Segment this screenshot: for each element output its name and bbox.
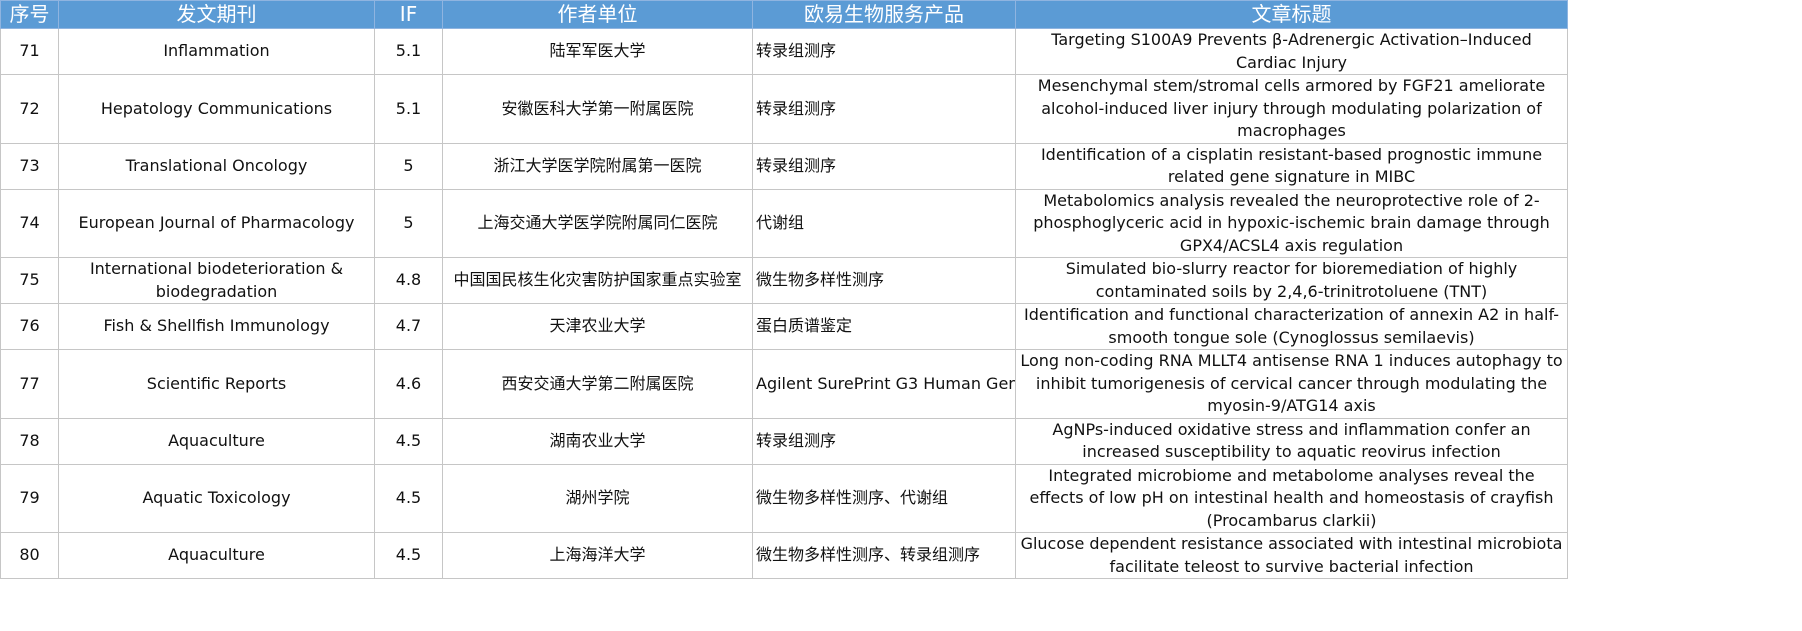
cell-impact-factor: 4.5 (374, 417, 443, 465)
table-row: 77 Scientific Reports 4.6 西安交通大学第二附属医院 A… (0, 349, 1568, 419)
table-row: 79 Aquatic Toxicology 4.5 湖州学院 微生物多样性测序、… (0, 463, 1568, 533)
cell-title: Identification and functional characteri… (1015, 303, 1568, 350)
table-row: 73 Translational Oncology 5 浙江大学医学院附属第一医… (0, 142, 1568, 190)
cell-title: Identification of a cisplatin resistant-… (1015, 142, 1568, 190)
header-service: 欧易生物服务产品 (752, 0, 1016, 29)
cell-affiliation: 安徽医科大学第一附属医院 (442, 74, 753, 144)
table-row: 72 Hepatology Communications 5.1 安徽医科大学第… (0, 74, 1568, 144)
cell-index: 71 (0, 28, 59, 75)
cell-journal: Fish & Shellfish Immunology (58, 303, 375, 350)
cell-impact-factor: 4.8 (374, 257, 443, 304)
cell-title: Glucose dependent resistance associated … (1015, 532, 1568, 579)
cell-index: 75 (0, 257, 59, 304)
cell-title: Simulated bio-slurry reactor for bioreme… (1015, 257, 1568, 304)
cell-affiliation: 湖州学院 (442, 463, 753, 533)
cell-index: 79 (0, 463, 59, 533)
cell-impact-factor: 4.5 (374, 532, 443, 579)
cell-service: Agilent SurePrint G3 Human Gene (752, 349, 1016, 419)
cell-impact-factor: 5.1 (374, 74, 443, 144)
cell-journal: Aquaculture (58, 532, 375, 579)
table-row: 75 International biodeterioration & biod… (0, 257, 1568, 304)
cell-journal: Aquatic Toxicology (58, 463, 375, 533)
cell-affiliation: 中国国民核生化灾害防护国家重点实验室 (442, 257, 753, 304)
cell-impact-factor: 4.5 (374, 463, 443, 533)
cell-title: Metabolomics analysis revealed the neuro… (1015, 188, 1568, 258)
cell-service: 蛋白质谱鉴定 (752, 303, 1016, 350)
cell-service: 转录组测序 (752, 28, 1016, 75)
cell-service: 微生物多样性测序、代谢组 (752, 463, 1016, 533)
cell-affiliation: 西安交通大学第二附属医院 (442, 349, 753, 419)
header-impact-factor: IF (374, 0, 443, 29)
table-row: 71 Inflammation 5.1 陆军军医大学 转录组测序 Targeti… (0, 28, 1568, 75)
cell-affiliation: 湖南农业大学 (442, 417, 753, 465)
cell-affiliation: 上海交通大学医学院附属同仁医院 (442, 188, 753, 258)
cell-title: Mesenchymal stem/stromal cells armored b… (1015, 74, 1568, 144)
header-journal: 发文期刊 (58, 0, 375, 29)
cell-impact-factor: 4.6 (374, 349, 443, 419)
cell-index: 77 (0, 349, 59, 419)
cell-affiliation: 上海海洋大学 (442, 532, 753, 579)
cell-index: 73 (0, 142, 59, 190)
cell-journal: European Journal of Pharmacology (58, 188, 375, 258)
publication-table: 序号 发文期刊 IF 作者单位 欧易生物服务产品 文章标题 71 Inflamm… (0, 0, 1568, 579)
cell-impact-factor: 5 (374, 142, 443, 190)
header-affiliation: 作者单位 (442, 0, 753, 29)
cell-service: 转录组测序 (752, 417, 1016, 465)
cell-journal: Translational Oncology (58, 142, 375, 190)
cell-title: Long non-coding RNA MLLT4 antisense RNA … (1015, 349, 1568, 419)
cell-title: Targeting S100A9 Prevents β-Adrenergic A… (1015, 28, 1568, 75)
cell-affiliation: 天津农业大学 (442, 303, 753, 350)
cell-impact-factor: 5.1 (374, 28, 443, 75)
cell-title: AgNPs-induced oxidative stress and infla… (1015, 417, 1568, 465)
cell-journal: Aquaculture (58, 417, 375, 465)
cell-journal: International biodeterioration & biodegr… (58, 257, 375, 304)
cell-impact-factor: 5 (374, 188, 443, 258)
table-row: 80 Aquaculture 4.5 上海海洋大学 微生物多样性测序、转录组测序… (0, 532, 1568, 579)
table-row: 74 European Journal of Pharmacology 5 上海… (0, 188, 1568, 258)
cell-service: 转录组测序 (752, 142, 1016, 190)
cell-index: 74 (0, 188, 59, 258)
table-row: 78 Aquaculture 4.5 湖南农业大学 转录组测序 AgNPs-in… (0, 417, 1568, 465)
cell-service: 代谢组 (752, 188, 1016, 258)
cell-journal: Hepatology Communications (58, 74, 375, 144)
cell-service: 转录组测序 (752, 74, 1016, 144)
cell-index: 76 (0, 303, 59, 350)
cell-index: 80 (0, 532, 59, 579)
cell-affiliation: 浙江大学医学院附属第一医院 (442, 142, 753, 190)
publication-table-container: 序号 发文期刊 IF 作者单位 欧易生物服务产品 文章标题 71 Inflamm… (0, 0, 1568, 631)
header-row: 序号 发文期刊 IF 作者单位 欧易生物服务产品 文章标题 (0, 0, 1568, 29)
header-title: 文章标题 (1015, 0, 1568, 29)
cell-index: 72 (0, 74, 59, 144)
cell-index: 78 (0, 417, 59, 465)
header-index: 序号 (0, 0, 59, 29)
cell-affiliation: 陆军军医大学 (442, 28, 753, 75)
cell-service: 微生物多样性测序、转录组测序 (752, 532, 1016, 579)
table-row: 76 Fish & Shellfish Immunology 4.7 天津农业大… (0, 303, 1568, 350)
cell-service: 微生物多样性测序 (752, 257, 1016, 304)
cell-impact-factor: 4.7 (374, 303, 443, 350)
cell-journal: Scientific Reports (58, 349, 375, 419)
cell-journal: Inflammation (58, 28, 375, 75)
cell-title: Integrated microbiome and metabolome ana… (1015, 463, 1568, 533)
